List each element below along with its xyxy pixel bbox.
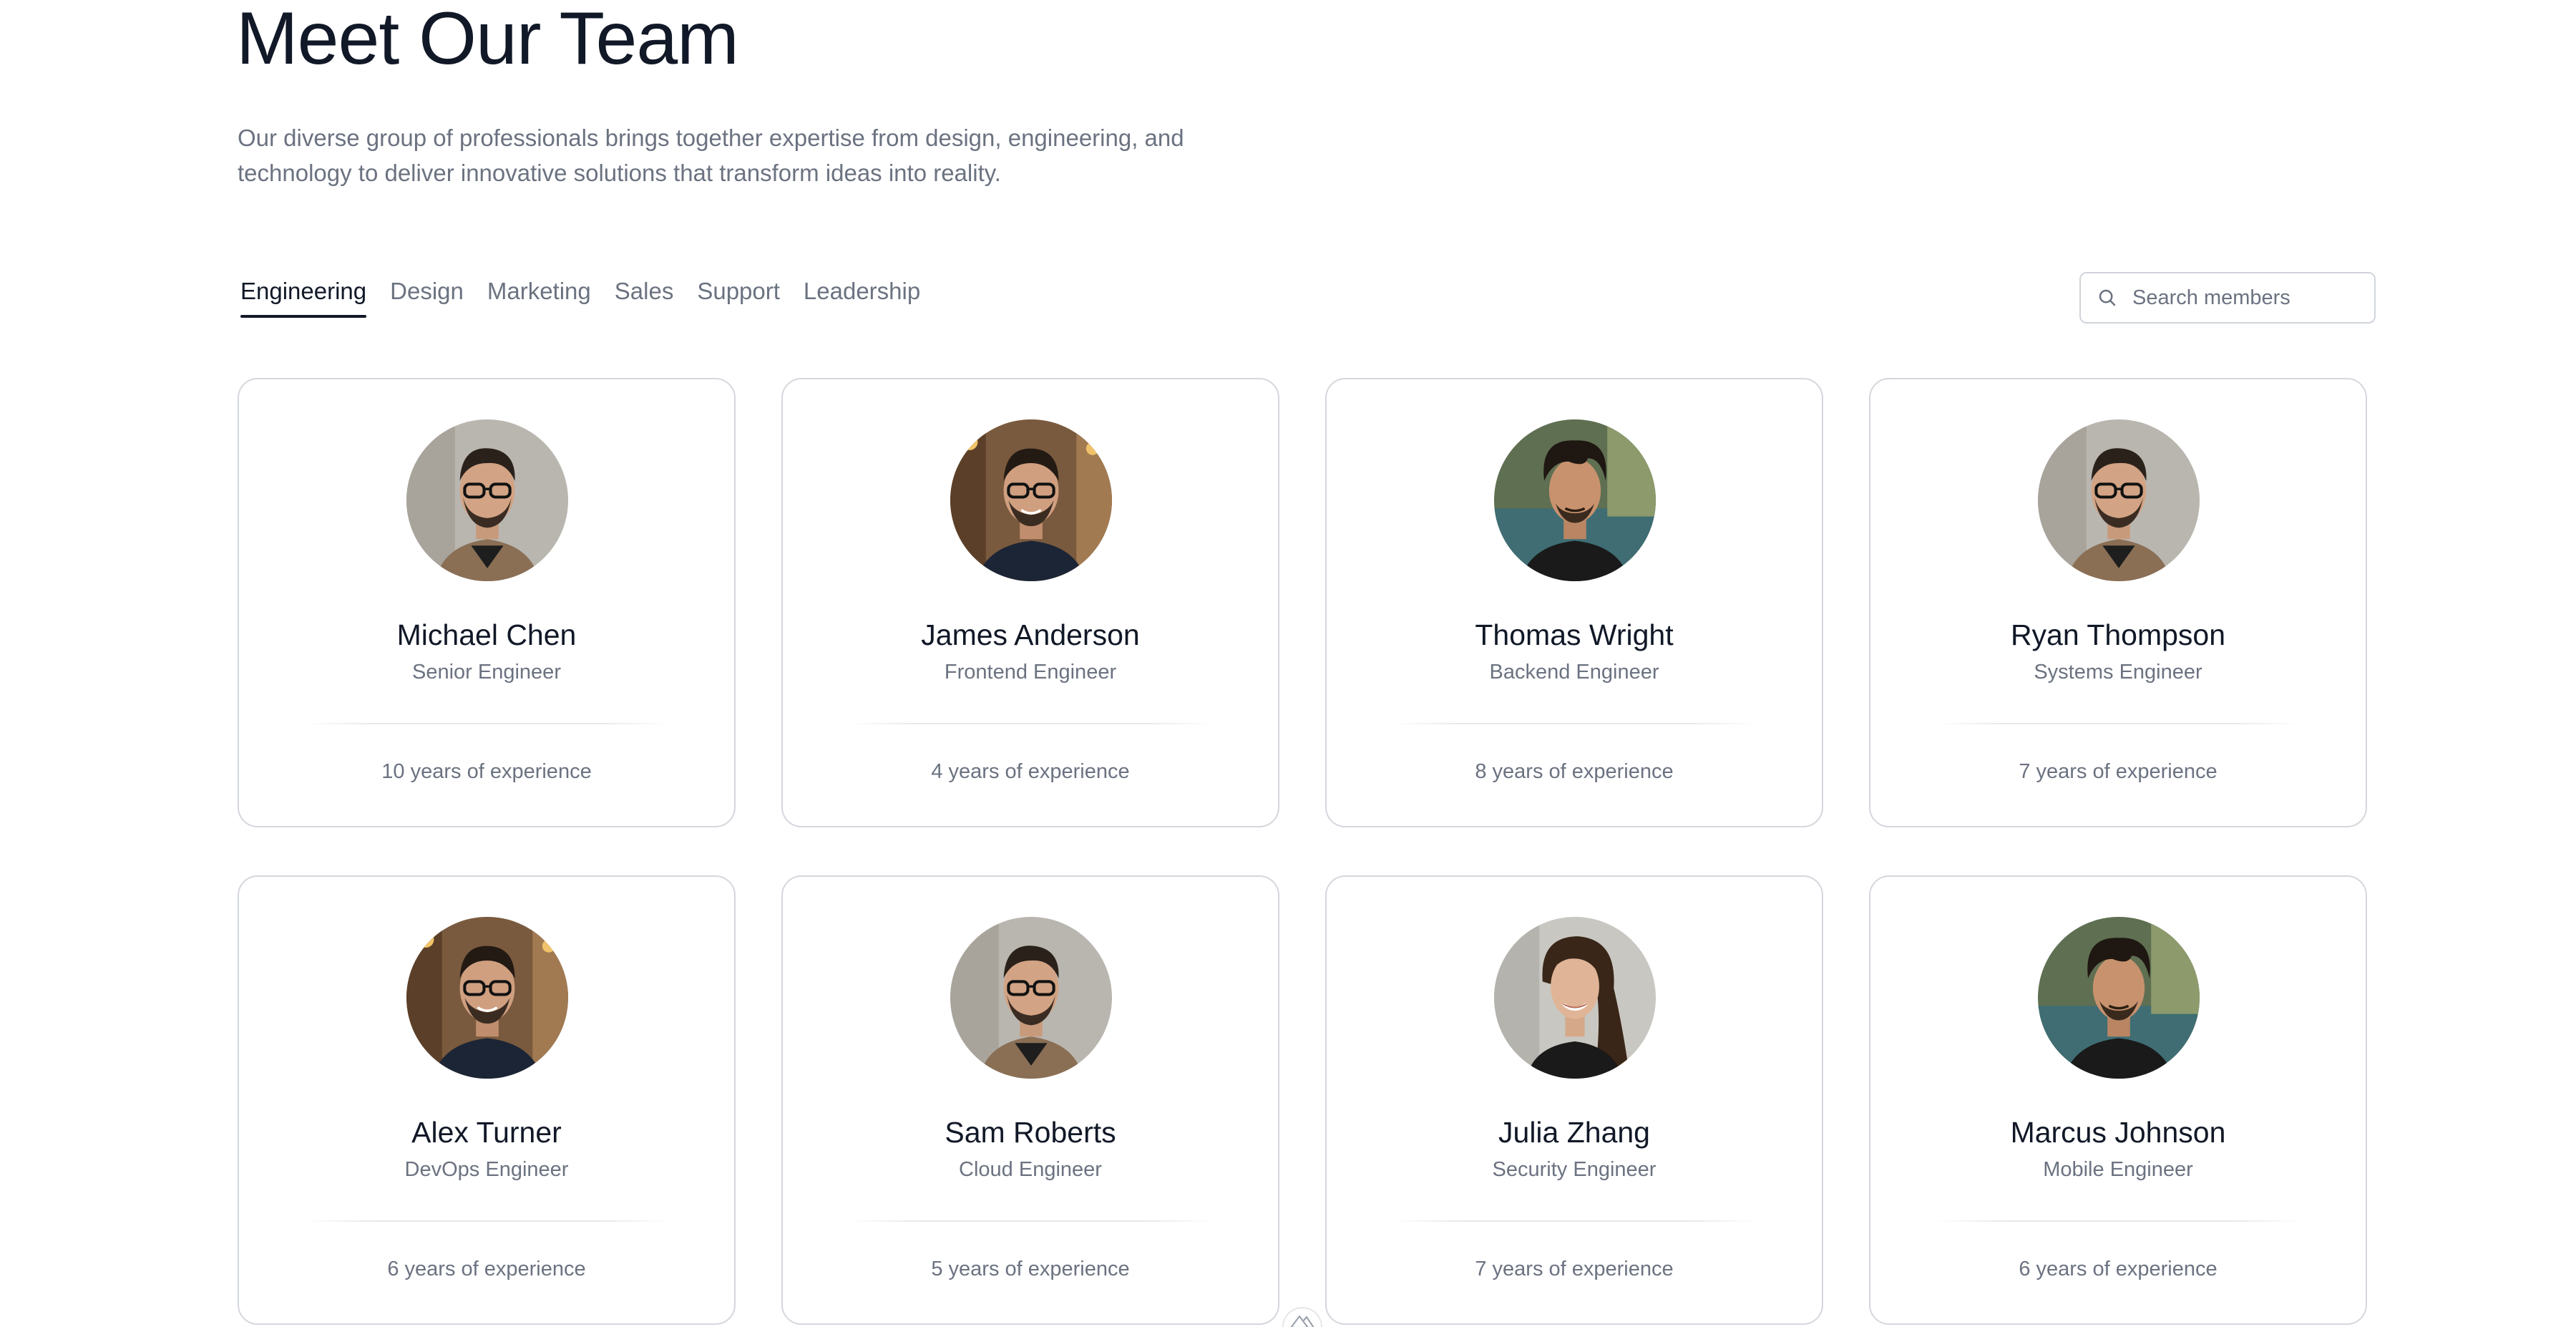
page-title: Meet Our Team <box>236 0 739 80</box>
card-divider <box>303 723 670 724</box>
card-divider <box>1935 723 2301 724</box>
team-grid: Michael Chen Senior Engineer 10 years of… <box>238 378 2367 1325</box>
member-experience: 4 years of experience <box>931 760 1130 783</box>
team-page: Meet Our Team Our diverse group of profe… <box>0 0 2576 1327</box>
member-name: Sam Roberts <box>945 1116 1116 1149</box>
tab-engineering[interactable]: Engineering <box>240 278 367 321</box>
avatar <box>2038 917 2200 1079</box>
tab-design[interactable]: Design <box>390 278 464 321</box>
team-member-card[interactable]: Michael Chen Senior Engineer 10 years of… <box>238 378 736 827</box>
team-member-card[interactable]: Julia Zhang Security Engineer 7 years of… <box>1325 875 1823 1325</box>
team-member-card[interactable]: Sam Roberts Cloud Engineer 5 years of ex… <box>781 875 1279 1325</box>
member-experience: 8 years of experience <box>1475 760 1674 783</box>
member-role: Frontend Engineer <box>944 661 1117 684</box>
card-divider <box>847 723 1214 724</box>
card-divider <box>1935 1220 2301 1222</box>
member-name: Julia Zhang <box>1498 1116 1650 1149</box>
avatar <box>1494 419 1656 581</box>
member-role: Backend Engineer <box>1489 661 1659 684</box>
member-name: Alex Turner <box>411 1116 562 1149</box>
member-role: Cloud Engineer <box>959 1158 1102 1181</box>
card-divider <box>303 1220 670 1222</box>
avatar <box>406 419 568 581</box>
member-role: Security Engineer <box>1492 1158 1657 1181</box>
member-role: Mobile Engineer <box>2043 1158 2193 1181</box>
department-tabs: Engineering Design Marketing Sales Suppo… <box>240 278 920 321</box>
member-name: Ryan Thompson <box>2010 618 2226 651</box>
tab-leadership[interactable]: Leadership <box>804 278 920 321</box>
avatar <box>950 917 1112 1079</box>
avatar <box>1494 917 1656 1079</box>
tab-sales[interactable]: Sales <box>615 278 674 321</box>
member-role: Senior Engineer <box>412 661 561 684</box>
member-role: DevOps Engineer <box>404 1158 569 1181</box>
mountain-logo-icon <box>1290 1315 1314 1327</box>
avatar <box>2038 419 2200 581</box>
member-experience: 6 years of experience <box>387 1258 586 1280</box>
member-name: Thomas Wright <box>1475 618 1674 651</box>
tab-support[interactable]: Support <box>697 278 780 321</box>
card-divider <box>1391 723 1757 724</box>
avatar <box>950 419 1112 581</box>
member-experience: 7 years of experience <box>1475 1258 1674 1280</box>
team-member-card[interactable]: Thomas Wright Backend Engineer 8 years o… <box>1325 378 1823 827</box>
search-box[interactable] <box>2079 272 2376 324</box>
team-member-card[interactable]: Marcus Johnson Mobile Engineer 6 years o… <box>1869 875 2367 1325</box>
member-name: James Anderson <box>921 618 1140 651</box>
member-experience: 10 years of experience <box>381 760 592 783</box>
search-input[interactable] <box>2131 285 2363 311</box>
member-experience: 5 years of experience <box>931 1258 1130 1280</box>
card-divider <box>847 1220 1214 1222</box>
search-icon <box>2099 289 2116 306</box>
member-name: Michael Chen <box>396 618 577 651</box>
team-member-card[interactable]: Ryan Thompson Systems Engineer 7 years o… <box>1869 378 2367 827</box>
card-divider <box>1391 1220 1757 1222</box>
team-member-card[interactable]: Alex Turner DevOps Engineer 6 years of e… <box>238 875 736 1325</box>
page-subtitle: Our diverse group of professionals bring… <box>238 125 1184 186</box>
team-member-card[interactable]: James Anderson Frontend Engineer 4 years… <box>781 378 1279 827</box>
avatar <box>406 917 568 1079</box>
member-role: Systems Engineer <box>2034 661 2202 684</box>
member-experience: 6 years of experience <box>2019 1258 2218 1280</box>
tab-marketing[interactable]: Marketing <box>487 278 591 321</box>
member-experience: 7 years of experience <box>2019 760 2218 783</box>
member-name: Marcus Johnson <box>2010 1116 2226 1149</box>
